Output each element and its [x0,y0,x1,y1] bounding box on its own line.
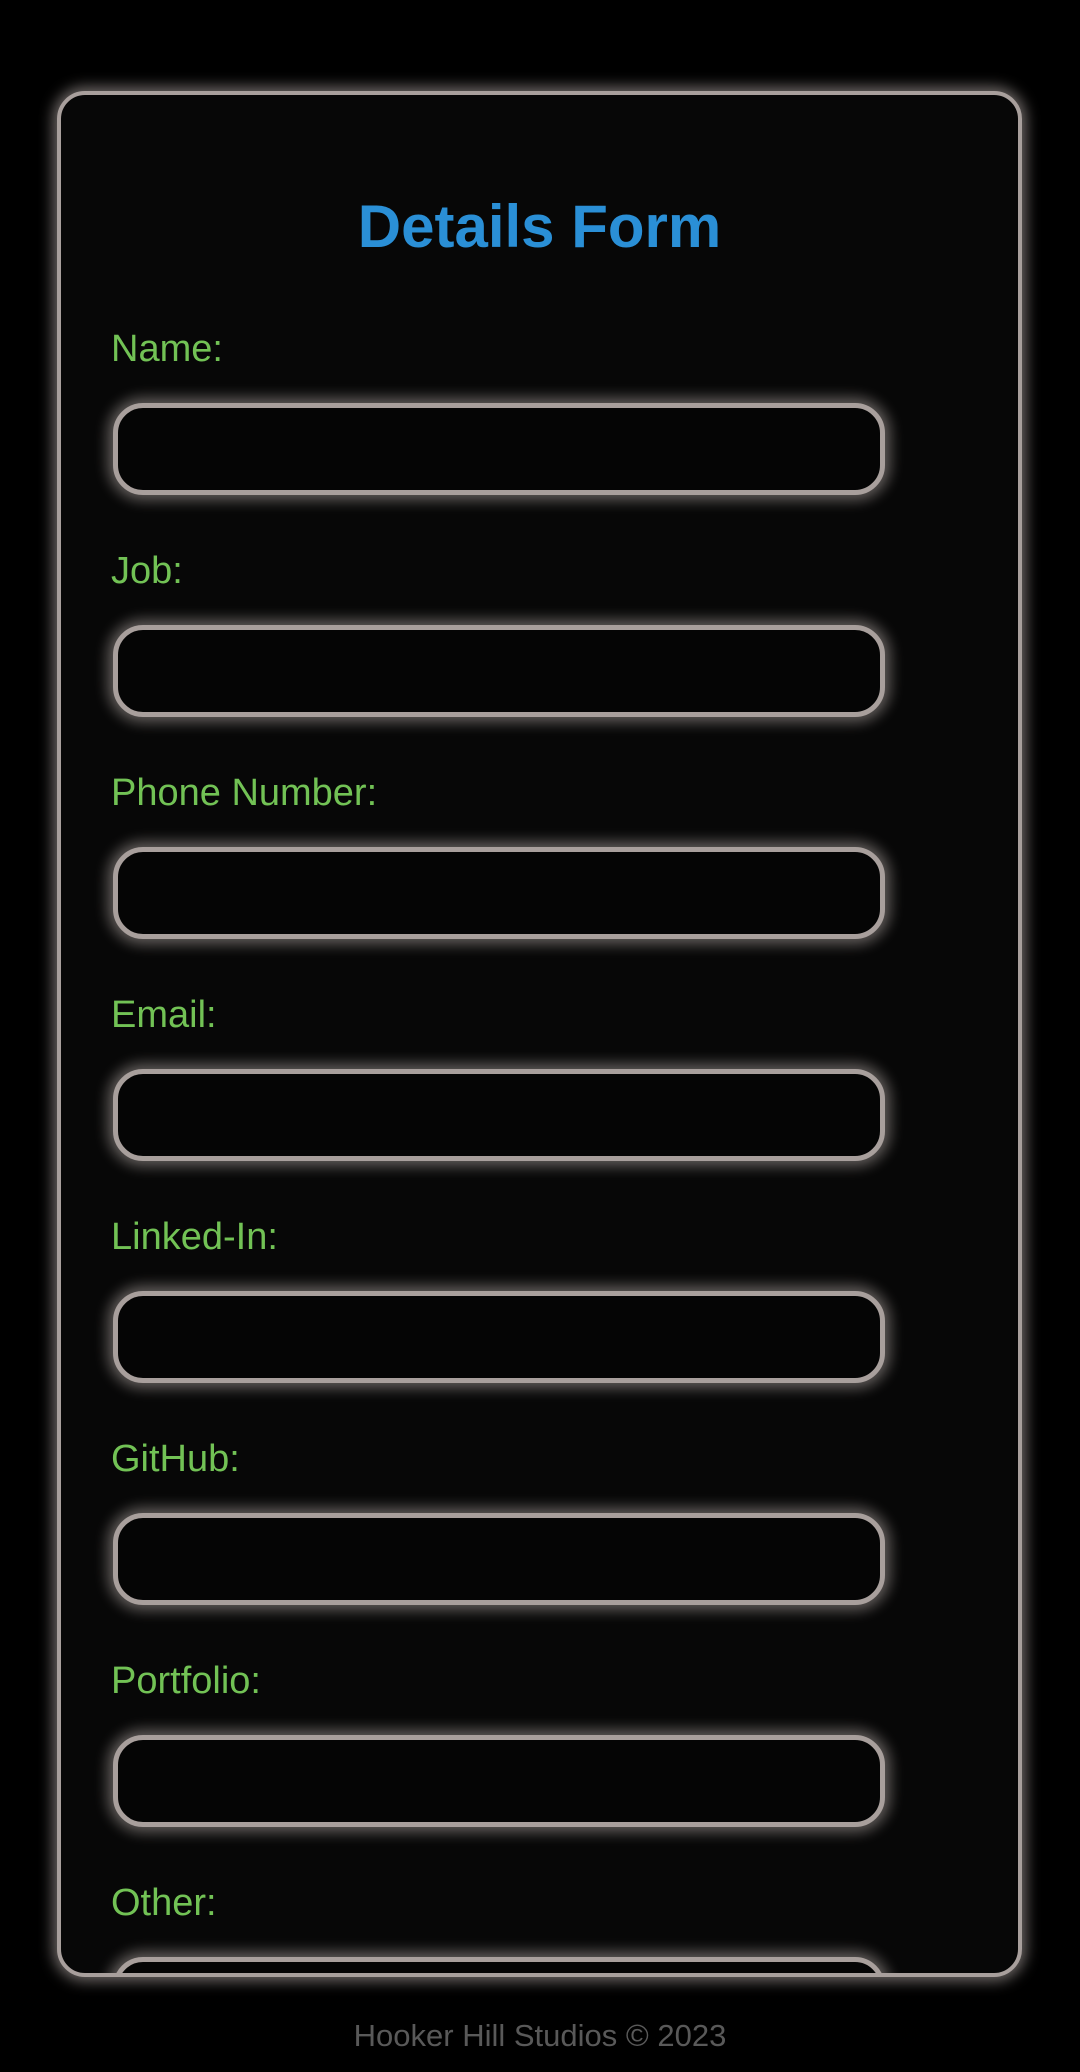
details-form-card: Details Form Name: Job: Phone Number: Em… [57,91,1022,1977]
phone-number-label: Phone Number: [111,772,378,814]
name-label: Name: [111,328,223,370]
name-input[interactable] [113,403,885,495]
github-label: GitHub: [111,1438,240,1480]
portfolio-input[interactable] [113,1735,885,1827]
linked-in-label: Linked-In: [111,1216,278,1258]
linked-in-input[interactable] [113,1291,885,1383]
page: Details Form Name: Job: Phone Number: Em… [0,0,1080,2072]
job-label: Job: [111,550,183,592]
form-title: Details Form [357,193,722,260]
footer-copyright: Hooker Hill Studios © 2023 [353,2018,727,2053]
email-label: Email: [111,994,217,1036]
job-input[interactable] [113,625,885,717]
other-input[interactable] [113,1957,885,1973]
portfolio-label: Portfolio: [111,1660,261,1702]
other-label: Other: [111,1882,217,1924]
github-input[interactable] [113,1513,885,1605]
phone-number-input[interactable] [113,847,885,939]
email-input[interactable] [113,1069,885,1161]
